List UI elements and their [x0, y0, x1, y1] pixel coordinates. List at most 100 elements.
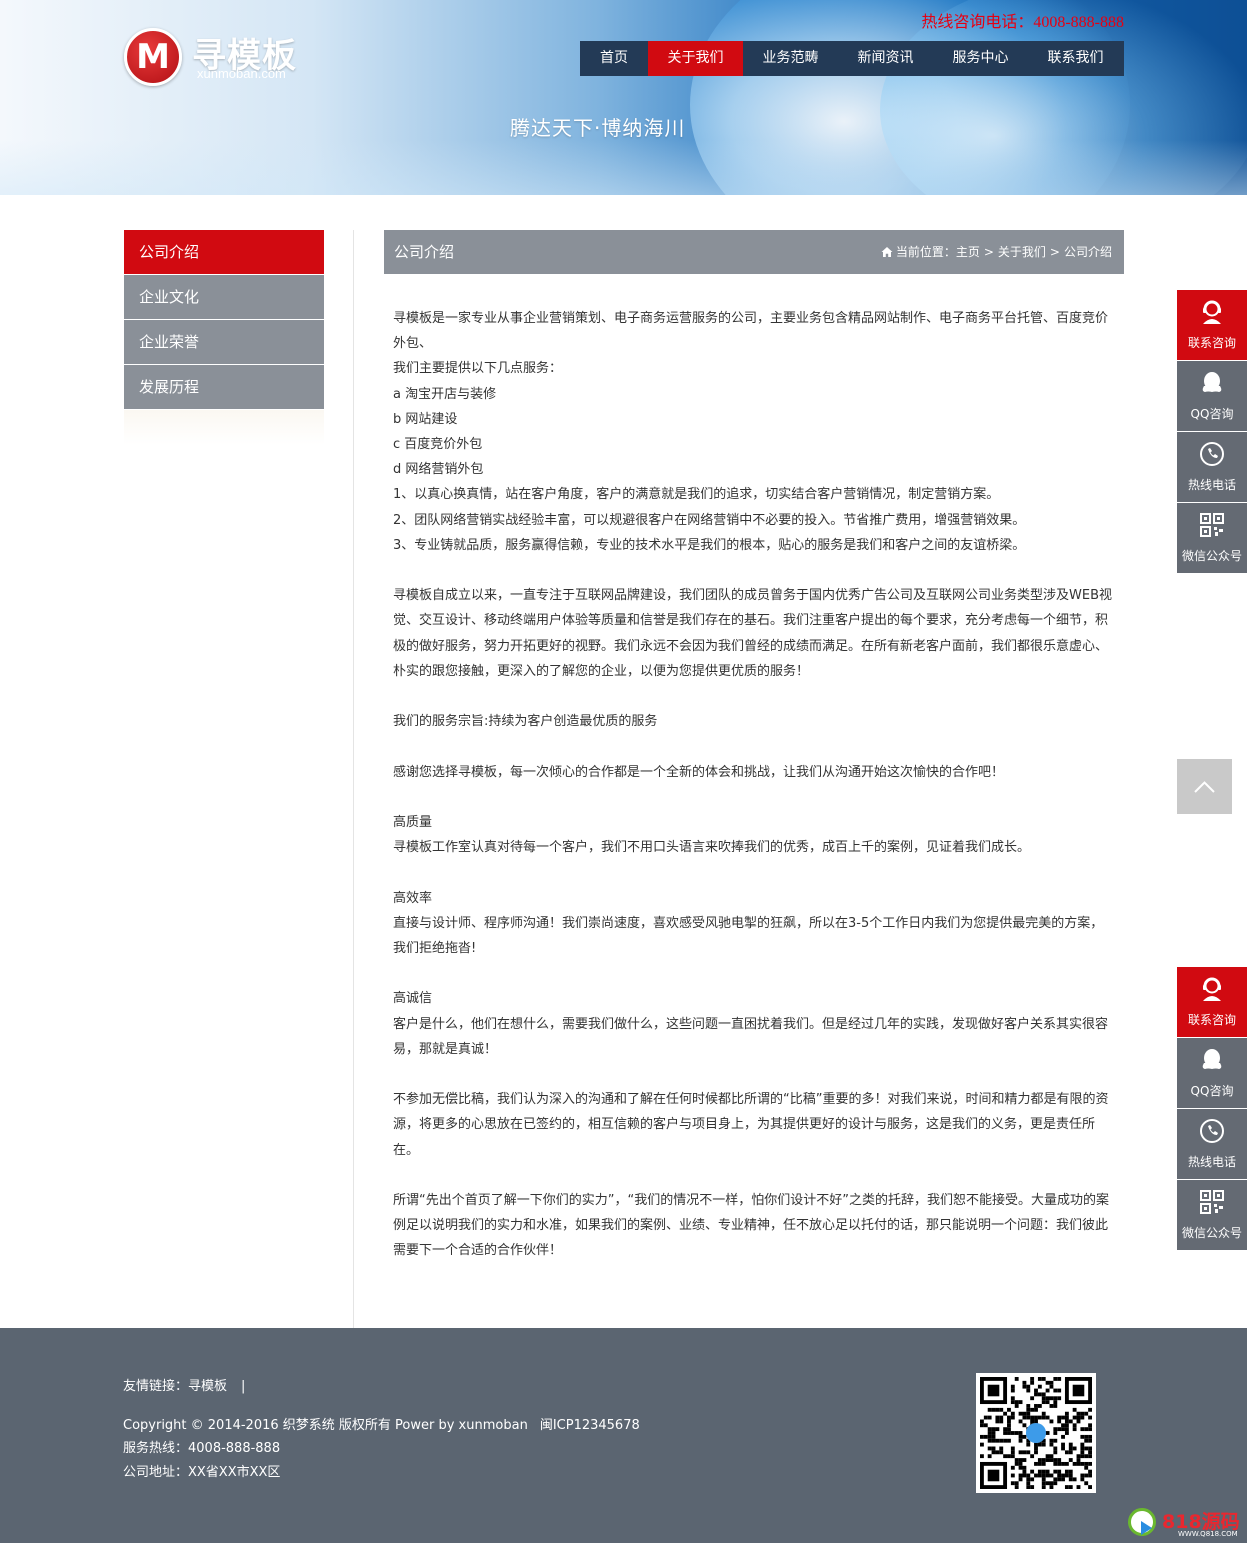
sidebar-item-history[interactable]: 发展历程 [124, 365, 324, 410]
float-hotline[interactable]: 热线电话 [1177, 432, 1247, 502]
breadcrumb: 当前位置： 主页 > 关于我们 > 公司介绍 [881, 230, 1112, 274]
phone-icon [1199, 1118, 1225, 1144]
sidebar-item-culture[interactable]: 企业文化 [124, 275, 324, 320]
icp-number[interactable]: 闽ICP12345678 [540, 1418, 640, 1433]
phone-icon [1199, 441, 1225, 467]
main-nav: 首页 关于我们 业务范畴 新闻资讯 服务中心 联系我们 [580, 41, 1124, 76]
watermark-logo: 818源码 WWW.Q818.COM [1128, 1505, 1243, 1539]
customer-service-icon [1199, 299, 1225, 325]
sidebar-footer [124, 410, 324, 445]
article-paragraph: 寻模板工作室认真对待每一个客户，我们不用口头语言来吹捧我们的优秀，成百上千的案例… [393, 840, 1031, 856]
nav-item-news[interactable]: 新闻资讯 [838, 41, 933, 76]
article-paragraph: 感谢您选择寻模板，每一次倾心的合作都是一个全新的体会和挑战，让我们从沟通开始这次… [393, 764, 1005, 780]
back-to-top-button[interactable] [1177, 759, 1232, 814]
article-paragraph: 寻模板是一家专业从事企业营销策划、电子商务运营服务的公司，主要业务包含精品网站制… [393, 311, 1109, 352]
watermark-play-icon [1128, 1508, 1156, 1536]
breadcrumb-link-about[interactable]: 关于我们 [998, 230, 1046, 274]
float-label: QQ咨询 [1190, 407, 1234, 421]
logo-mark: M [124, 28, 182, 86]
page-title: 公司介绍 [394, 243, 455, 261]
article-paragraph: 直接与设计师、程序师沟通！我们崇尚速度，喜欢感受风驰电掣的狂飙，所以在3-5个工… [393, 915, 1104, 956]
float-qq[interactable]: QQ咨询 [1177, 361, 1247, 431]
article-spacer [393, 558, 1115, 583]
article-paragraph: 寻模板自成立以来，一直专注于互联网品牌建设，我们团队的成员曾务于国内优秀广告公司… [393, 588, 1112, 679]
article-paragraph: 客户是什么，他们在想什么，需要我们做什么，这些问题一直困扰着我们。但是经过几年的… [393, 1016, 1109, 1057]
qq-icon [1199, 370, 1225, 396]
friend-links-label: 友情链接： [123, 1379, 189, 1394]
float-wechat[interactable]: 微信公众号 [1177, 1180, 1247, 1250]
article-paragraph: d 网络营销外包 [393, 462, 484, 478]
friend-links: 友情链接：寻模板 | [123, 1375, 245, 1394]
nav-item-service[interactable]: 服务中心 [933, 41, 1028, 76]
header-banner: M 寻模板 xunmoban.com 热线咨询电话：4008-888-888 首… [0, 0, 1247, 195]
qr-code-icon [1199, 512, 1225, 538]
float-hotline[interactable]: 热线电话 [1177, 1109, 1247, 1179]
copyright-text: Copyright © 2014-2016 织梦系统 版权所有 Power by… [123, 1418, 528, 1433]
article-paragraph: 所谓“先出个首页了解一下你们的实力”，“我们的情况不一样，怕你们设计不好”之类的… [393, 1192, 1109, 1259]
article-paragraph: 我们主要提供以下几点服务： [393, 361, 563, 377]
article-paragraph: c 百度竞价外包 [393, 437, 483, 453]
float-contact-consult[interactable]: 联系咨询 [1177, 290, 1247, 360]
article-spacer [393, 860, 1115, 885]
article-spacer [393, 734, 1115, 759]
article-spacer [393, 1163, 1115, 1188]
float-label: 热线电话 [1187, 1155, 1236, 1169]
qr-code-icon [1199, 1189, 1225, 1215]
article-paragraph: 不参加无偿比稿，我们认为深入的沟通和了解在任何时候都比所谓的“比稿”重要的多！对… [393, 1092, 1109, 1158]
float-label: 热线电话 [1187, 478, 1236, 492]
banner-slogan: 腾达天下·博纳海川 [510, 116, 686, 140]
article-spacer [393, 785, 1115, 810]
article-paragraph: 高诚信 [393, 991, 433, 1007]
article-paragraph: 3、专业铸就品质，服务赢得信赖，专业的技术水平是我们的根本，贴心的服务是我们和客… [393, 537, 1026, 553]
footer-address: 公司地址：XX省XX市XX区 [123, 1465, 281, 1480]
header-hotline: 热线咨询电话：4008-888-888 [921, 14, 1124, 31]
home-icon [881, 246, 893, 258]
breadcrumb-current: 公司介绍 [1063, 245, 1112, 259]
breadcrumb-prefix: 当前位置： [895, 245, 956, 259]
nav-item-contact[interactable]: 联系我们 [1028, 41, 1123, 76]
logo-domain: xunmoban.com [197, 66, 286, 81]
article-spacer [393, 684, 1115, 709]
article-spacer [393, 961, 1115, 986]
article-body: 寻模板是一家专业从事企业营销策划、电子商务运营服务的公司，主要业务包含精品网站制… [393, 306, 1115, 1264]
article-paragraph: 1、以真心换真情，站在客户角度，客户的满意就是我们的追求，切实结合客户营销情况，… [393, 487, 1000, 503]
float-contact-consult[interactable]: 联系咨询 [1177, 967, 1247, 1037]
sidebar-item-company-intro[interactable]: 公司介绍 [124, 230, 324, 275]
float-label: QQ咨询 [1190, 1084, 1234, 1098]
float-contact-bar: 联系咨询 QQ咨询 热线电话 微信公众号 [1177, 290, 1247, 574]
float-label: 微信公众号 [1181, 549, 1242, 563]
breadcrumb-separator: > [1049, 245, 1060, 259]
float-label: 联系咨询 [1187, 336, 1236, 350]
content-divider [353, 230, 354, 1328]
friend-link[interactable]: 寻模板 [188, 1379, 227, 1394]
article-paragraph: b 网站建设 [393, 411, 458, 427]
qq-icon [1199, 1047, 1225, 1073]
float-qq[interactable]: QQ咨询 [1177, 1038, 1247, 1108]
float-label: 微信公众号 [1181, 1226, 1242, 1240]
site-footer: 友情链接：寻模板 | Copyright © 2014-2016 织梦系统 版权所… [0, 1328, 1247, 1543]
breadcrumb-link-home[interactable]: 主页 [956, 230, 980, 274]
customer-service-icon [1199, 976, 1225, 1002]
nav-item-about[interactable]: 关于我们 [648, 41, 743, 76]
copyright: Copyright © 2014-2016 织梦系统 版权所有 Power by… [123, 1414, 640, 1433]
banner-sea-decoration [0, 140, 1247, 195]
float-wechat[interactable]: 微信公众号 [1177, 503, 1247, 573]
sidebar: 公司介绍 企业文化 企业荣誉 发展历程 [124, 230, 324, 445]
article-paragraph: a 淘宝开店与装修 [393, 386, 497, 402]
watermark-subtext: WWW.Q818.COM [1178, 1530, 1238, 1538]
article-paragraph: 2、团队网络营销实战经验丰富，可以规避很客户在网络营销中不必要的投入。节省推广费… [393, 512, 1026, 528]
nav-item-home[interactable]: 首页 [580, 41, 648, 76]
chevron-up-icon [1177, 781, 1232, 818]
nav-item-business[interactable]: 业务范畴 [743, 41, 838, 76]
article-paragraph: 高效率 [393, 890, 433, 906]
content-header: 公司介绍 当前位置： 主页 > 关于我们 > 公司介绍 [384, 230, 1124, 274]
article-paragraph: 我们的服务宗旨:持续为客户创造最优质的服务 [393, 714, 658, 730]
float-label: 联系咨询 [1187, 1013, 1236, 1027]
article-paragraph: 高质量 [393, 815, 433, 830]
article-spacer [393, 1062, 1115, 1087]
sidebar-item-honors[interactable]: 企业荣誉 [124, 320, 324, 365]
float-contact-bar-secondary: 联系咨询 QQ咨询 热线电话 微信公众号 [1177, 967, 1247, 1251]
footer-hotline: 服务热线：4008-888-888 [123, 1441, 281, 1456]
wechat-qr-code [976, 1373, 1096, 1493]
friend-links-separator: | [241, 1379, 246, 1394]
